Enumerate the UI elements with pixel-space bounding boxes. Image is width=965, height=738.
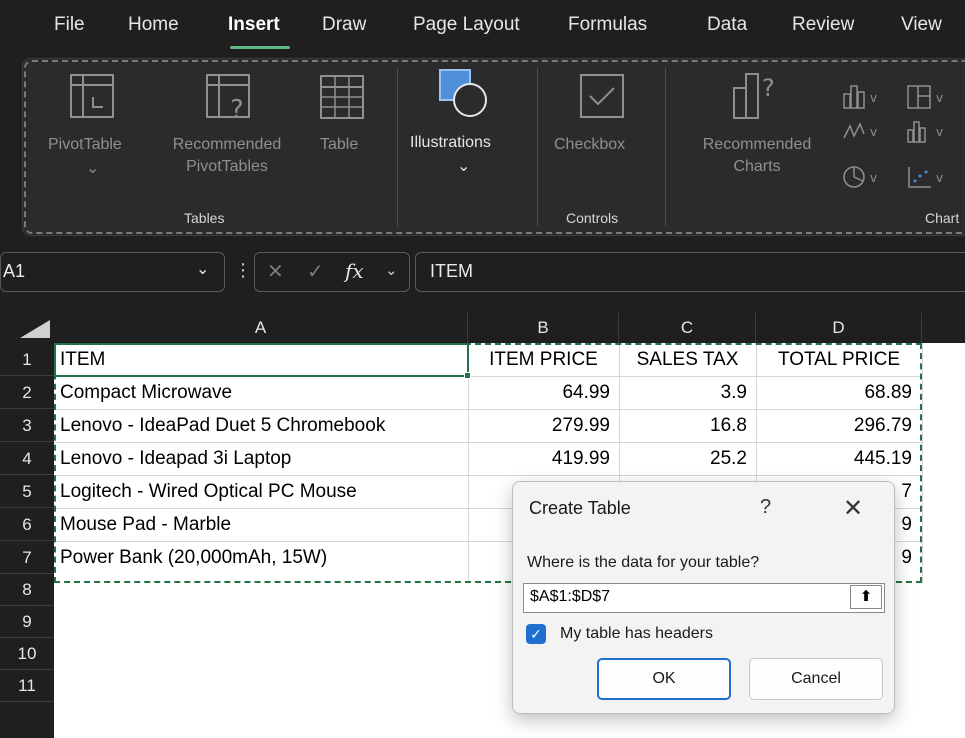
name-box[interactable]: A1 ⌄ [0, 252, 225, 292]
row-header[interactable]: 8 [0, 574, 54, 606]
collapse-dialog-icon[interactable]: ⬆ [850, 585, 882, 609]
recommended-pivottables-label-2: PivotTables [186, 158, 268, 175]
cancel-button[interactable]: Cancel [749, 658, 883, 700]
line-chart-icon[interactable]: v [842, 118, 882, 144]
chevron-down-icon[interactable]: ⌄ [196, 259, 209, 279]
svg-text:v: v [870, 125, 877, 139]
ok-button[interactable]: OK [597, 658, 731, 700]
more-options-icon[interactable]: ⋮ [234, 260, 252, 281]
dialog-title: Create Table [529, 498, 631, 518]
recommended-pivottables-button[interactable]: Recommended PivotTables [154, 134, 300, 178]
hierarchy-chart-icon[interactable]: v [906, 84, 946, 110]
row-header[interactable]: 10 [0, 638, 54, 670]
illustrations-button[interactable]: Illustrations [410, 132, 491, 154]
svg-text:?: ? [762, 74, 775, 102]
table-icon [320, 75, 364, 119]
group-separator [397, 68, 398, 226]
recommended-pivottables-label-1: Recommended [172, 136, 282, 153]
chevron-down-icon[interactable]: ⌄ [385, 261, 398, 279]
row-header[interactable]: 4 [0, 442, 54, 475]
row-header[interactable]: 3 [0, 409, 54, 442]
checkbox-button[interactable]: Checkbox [554, 134, 625, 156]
svg-text:v: v [870, 91, 877, 105]
tab-file[interactable]: File [54, 14, 85, 36]
scatter-chart-icon[interactable]: v [906, 164, 946, 190]
chevron-down-icon: ⌄ [457, 158, 471, 175]
group-label-controls: Controls [566, 210, 619, 226]
select-all-icon[interactable] [18, 318, 52, 340]
formula-value: ITEM [430, 261, 473, 281]
checkbox-icon [580, 74, 624, 118]
recommended-charts-label-1: Recommended [702, 136, 812, 153]
tab-view[interactable]: View [901, 14, 942, 36]
row-header[interactable]: 11 [0, 670, 54, 702]
close-icon[interactable]: ✕ [843, 494, 863, 523]
group-separator [665, 68, 666, 226]
name-box-value: A1 [3, 261, 26, 281]
svg-text:?: ? [230, 95, 244, 122]
pivottable-icon [70, 74, 114, 118]
cancel-icon[interactable]: ✕ [267, 259, 284, 284]
svg-text:v: v [936, 171, 943, 185]
row-header[interactable]: 5 [0, 475, 54, 508]
active-cell[interactable] [54, 343, 469, 377]
chevron-down-icon: ⌄ [86, 160, 100, 177]
table-button[interactable]: Table [320, 134, 358, 156]
row-header[interactable]: 1 [0, 343, 54, 376]
formula-input[interactable]: ITEM [415, 252, 965, 292]
column-header-b[interactable]: B [468, 313, 619, 343]
column-header-a[interactable]: A [54, 313, 468, 343]
active-tab-indicator [230, 46, 290, 49]
statistic-chart-icon[interactable]: v [906, 118, 946, 144]
recommended-charts-label-2: Charts [733, 158, 781, 175]
column-header-c[interactable]: C [619, 313, 756, 343]
create-table-dialog: Create Table ? ✕ Where is the data for y… [512, 481, 895, 714]
range-input[interactable]: $A$1:$D$7 [523, 583, 885, 613]
row-header[interactable]: 9 [0, 606, 54, 638]
svg-text:v: v [936, 125, 943, 139]
headers-checkbox[interactable]: ✓ [526, 624, 546, 644]
insert-function-icon[interactable]: fx [345, 259, 364, 283]
column-header-d[interactable]: D [756, 313, 922, 343]
range-input-value: $A$1:$D$7 [530, 588, 611, 605]
row-header[interactable]: 2 [0, 376, 54, 409]
pie-chart-icon[interactable]: v [842, 164, 882, 190]
row-header[interactable]: 6 [0, 508, 54, 541]
tab-data[interactable]: Data [707, 14, 747, 36]
row-header[interactable]: 7 [0, 541, 54, 574]
tab-review[interactable]: Review [792, 14, 854, 36]
group-separator [537, 68, 538, 226]
recommended-pivottables-icon: ? [206, 74, 250, 122]
enter-icon[interactable]: ✓ [307, 259, 324, 284]
tab-insert[interactable]: Insert [228, 14, 280, 36]
tab-home[interactable]: Home [128, 14, 179, 36]
gridline [922, 343, 923, 583]
group-label-charts: Chart [925, 210, 960, 226]
formula-actions: ✕ ✓ fx ⌄ [254, 252, 410, 292]
ribbon-tabs: File Home Insert Draw Page Layout Formul… [0, 0, 965, 52]
recommended-charts-icon: ? [733, 73, 775, 119]
headers-checkbox-label[interactable]: My table has headers [560, 625, 713, 643]
group-label-tables: Tables [184, 210, 225, 226]
tab-draw[interactable]: Draw [322, 14, 366, 36]
range-prompt-label: Where is the data for your table? [527, 554, 760, 571]
svg-text:v: v [870, 171, 877, 185]
illustrations-icon [439, 69, 487, 117]
recommended-charts-button[interactable]: Recommended Charts [684, 134, 830, 178]
pivottable-button[interactable]: PivotTable [48, 134, 122, 156]
svg-text:v: v [936, 91, 943, 105]
tab-page-layout[interactable]: Page Layout [413, 14, 520, 36]
fill-handle[interactable] [464, 372, 471, 379]
tab-formulas[interactable]: Formulas [568, 14, 647, 36]
column-chart-icon[interactable]: v [842, 84, 882, 110]
help-icon[interactable]: ? [760, 496, 771, 519]
